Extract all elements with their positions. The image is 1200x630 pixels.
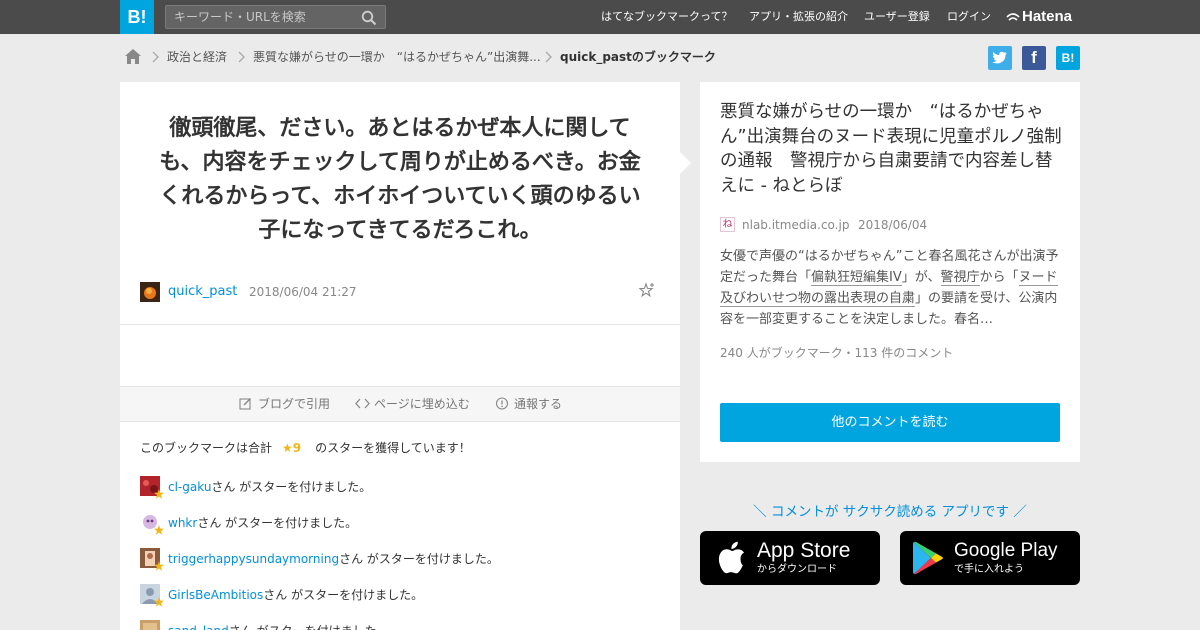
top-bar: B! はてなブックマークって？ アプリ・拡張の紹介 ユーザー登録 ログイン Ha… [0,0,1200,34]
report-button[interactable]: 通報する [495,387,562,421]
stars-summary-suffix: のスターを獲得しています！ [315,441,471,455]
cite-label: ブログで引用 [258,397,331,411]
app-promo-text: ＼ コメントが サクサク読める アプリです ／ [753,504,1027,520]
embed-button[interactable]: ページに埋め込む [355,387,470,421]
star-giver-suffix: さん がスターを付けました。 [229,624,389,630]
bookmark-comment: 徹頭徹尾、ださい。あとはるかぜ本人に関しても、内容をチェックして周りが止めるべき… [159,116,641,243]
star-count[interactable]: ★9 [282,441,301,455]
star-icon [154,525,164,535]
star-icon [154,597,164,607]
bookmark-card: 徹頭徹尾、ださい。あとはるかぜ本人に関しても、内容をチェックして周りが止めるべき… [120,82,680,630]
breadcrumb-current: quick_pastのブックマーク [560,50,716,64]
app-store-sublabel: からダウンロード [757,564,837,575]
stars-summary-prefix: このブックマークは合計 [140,441,273,455]
home-icon[interactable] [124,48,142,65]
summary-keyword-link[interactable]: 偏執狂短編集IV [811,270,902,286]
summary-text: 」が、 [901,270,941,285]
entry-card: 悪質な嫌がらせの一環か “はるかぜちゃん”出演舞台のヌード表現に児童ポルノ強制の… [700,82,1080,462]
star-giver-suffix: さん がスターを付けました。 [263,588,424,602]
code-icon [355,398,370,409]
entry-counts[interactable]: 240 人がブックマーク・113 件のコメント [720,344,953,362]
star-giver-suffix: さん がスターを付けました。 [339,552,499,566]
apple-icon [718,541,744,574]
star-icon [154,561,164,571]
nav-login[interactable]: ログイン [947,0,991,34]
nav-about[interactable]: はてなブックマークって？ [601,0,732,34]
report-label: 通報する [514,397,563,411]
chevron-right-icon [152,51,159,63]
divider [120,324,680,325]
add-star-icon[interactable] [638,282,656,300]
read-other-comments-button[interactable]: 他のコメントを読む [720,403,1060,442]
share-facebook-button[interactable]: f [1022,46,1046,70]
search-box [165,5,386,29]
google-play-icon [913,541,943,575]
share-hatena-button[interactable]: B! [1056,46,1080,70]
star-giver-name[interactable]: sand_landさん がスターを付けました。 [168,619,389,630]
avatar[interactable] [140,620,160,630]
hatena-brand[interactable]: Hatena [1006,0,1072,34]
card-pointer [680,152,691,174]
alert-bubble-icon [495,397,509,410]
twitter-bird-icon [992,51,1007,64]
star-giver-link[interactable]: GirlsBeAmbitios [168,588,263,602]
chevron-right-icon [238,51,245,63]
bookmark-username[interactable]: quick_past [168,282,237,302]
app-store-label: App Store [757,539,851,562]
star-giver-name[interactable]: whkrさん がスターを付けました。 [168,511,357,535]
star-giver-name[interactable]: cl-gakuさん がスターを付けました。 [168,475,371,499]
hatena-bookmark-logo[interactable]: B! [120,0,154,34]
entry-summary: 女優で声優の“はるかぜちゃん”こと春名風花さんが出演予定だった舞台「偏執狂短編集… [720,246,1060,330]
star-giver-name[interactable]: GirlsBeAmbitiosさん がスターを付けました。 [168,583,423,607]
bookmark-tools: ブログで引用 ページに埋め込む 通報する [120,386,680,422]
breadcrumb-entry[interactable]: 悪質な嫌がらせの一環か “はるかぜちゃん”出演舞... [253,47,541,67]
cite-in-blog-button[interactable]: ブログで引用 [239,387,330,421]
star-giver-link[interactable]: cl-gaku [168,480,211,494]
bookmark-timestamp[interactable]: 2018/06/04 21:27 [249,282,357,302]
embed-label: ページに埋め込む [374,397,470,411]
nav-register[interactable]: ユーザー登録 [864,0,930,34]
entry-date: 2018/06/04 [858,218,928,232]
chevron-right-icon [545,51,552,63]
entry-domain[interactable]: nlab.itmedia.co.jp [742,216,849,234]
star-giver-name[interactable]: triggerhappysundaymorningさん がスターを付けました。 [168,547,499,571]
star-icon [154,489,164,499]
nav-apps[interactable]: アプリ・拡張の紹介 [749,0,848,34]
avatar[interactable] [140,282,160,302]
search-input[interactable] [174,6,354,28]
star-giver-suffix: さん がスターを付けました。 [211,480,372,494]
star-giver-link[interactable]: sand_land [168,624,229,630]
entry-title[interactable]: 悪質な嫌がらせの一環か “はるかぜちゃん”出演舞台のヌード表現に児童ポルノ強制の… [720,100,1062,198]
summary-keyword-link[interactable]: 警視庁 [940,270,980,286]
share-twitter-button[interactable] [988,46,1012,70]
hatena-brand-label: Hatena [1022,8,1073,25]
hatena-mark-icon [1006,13,1020,21]
edit-icon [239,398,251,410]
site-favicon: ね [720,217,735,232]
google-play-label: Google Play [954,540,1058,561]
summary-text: から「 [979,270,1019,285]
star-giver-link[interactable]: triggerhappysundaymorning [168,552,339,566]
stars-summary: このブックマークは合計 ★9 のスターを獲得しています！ [140,438,471,458]
star-giver-suffix: さん がスターを付けました。 [197,516,358,530]
google-play-sublabel: で手に入れよう [954,564,1024,575]
google-play-button[interactable]: Google Play で手に入れよう [900,531,1080,585]
app-store-button[interactable]: App Store からダウンロード [700,531,880,585]
star-giver-link[interactable]: whkr [168,516,197,530]
search-icon[interactable] [361,10,377,26]
breadcrumb-category[interactable]: 政治と経済 [167,47,227,67]
